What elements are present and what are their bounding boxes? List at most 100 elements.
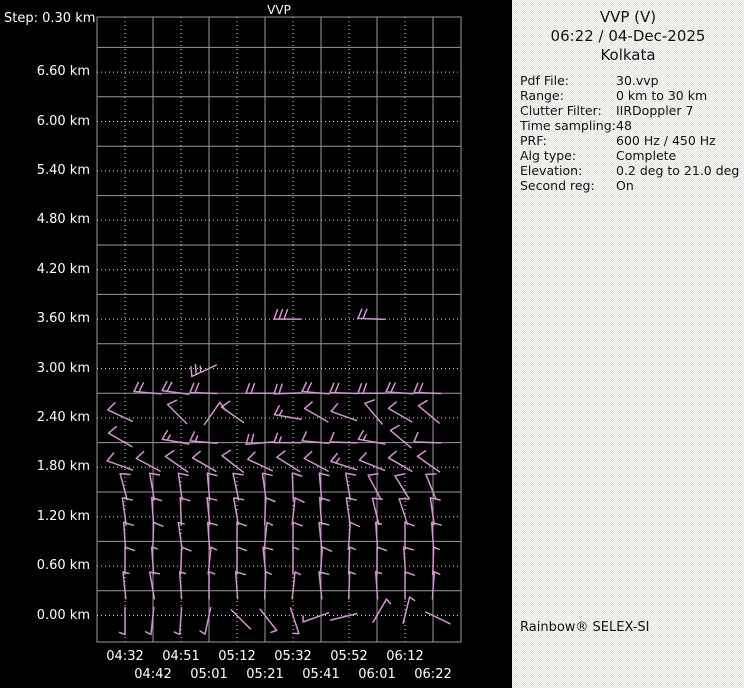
wind-barb (161, 380, 190, 396)
wind-barb (289, 607, 300, 635)
wind-barb (236, 521, 248, 551)
wind-barb (261, 472, 273, 501)
parameter-list: Pdf File: 30.vvp Range: 0 km to 30 km Clutte… (512, 73, 744, 193)
wind-barb (347, 546, 356, 575)
wind-barb (292, 546, 300, 575)
wind-barb (179, 496, 191, 526)
wind-barb (232, 472, 244, 501)
wind-barb (431, 546, 440, 575)
wind-barb (247, 451, 274, 472)
wind-barb (273, 405, 302, 421)
wind-barb (220, 400, 245, 424)
wind-barb (398, 497, 410, 526)
panel-datetime: 06:22 / 04-Dec-2025 (550, 27, 706, 45)
wind-barb (291, 571, 302, 600)
wind-barb (387, 450, 413, 473)
y-axis-label: 3.60 km (36, 311, 90, 327)
param-row: Second reg: On (520, 178, 740, 193)
wind-barb (429, 497, 441, 526)
wind-barb (179, 546, 192, 575)
wind-barb (236, 546, 248, 575)
wind-barb (357, 308, 386, 321)
wind-barb (262, 546, 274, 575)
x-axis-label: 06:12 (386, 649, 424, 664)
wind-barb (416, 449, 441, 473)
wind-barb (376, 546, 388, 575)
wind-barb (303, 450, 329, 472)
param-value: 0 km to 30 km (616, 88, 708, 103)
param-row: Time sampling: 48 (520, 118, 740, 133)
wind-barb (118, 606, 126, 636)
wind-barb (263, 571, 272, 600)
wind-barb (425, 473, 437, 501)
param-label: Clutter Filter: (520, 103, 602, 118)
wind-barb (357, 429, 386, 445)
wind-barb (367, 473, 382, 500)
wind-barb (148, 571, 161, 600)
panel-header: VVP (V) 06:22 / 04-Dec-2025 Kolkata (512, 0, 744, 65)
wind-barb (151, 521, 164, 551)
wind-barb (206, 497, 218, 526)
wind-barb (357, 383, 386, 394)
wind-barb (133, 381, 162, 395)
wind-barb (329, 612, 358, 621)
y-axis-label: 1.80 km (36, 459, 90, 475)
wind-barb (106, 452, 134, 471)
wind-barb (148, 472, 161, 501)
param-value: IIRDoppler 7 (616, 103, 694, 118)
x-axis-label: 04:51 (162, 649, 200, 664)
wind-barb (389, 424, 412, 449)
wind-barb (347, 521, 361, 551)
wind-barb-canvas (96, 16, 462, 643)
wind-barb (318, 571, 330, 600)
panel-title: VVP (V) (599, 8, 657, 26)
y-axis-label: 4.80 km (36, 212, 90, 228)
wind-barb (173, 606, 183, 636)
step-label: Step: 0.30 km (4, 11, 96, 26)
wind-barb (329, 382, 358, 395)
wind-barb (417, 399, 440, 424)
wind-barb (319, 546, 333, 575)
param-value: On (616, 178, 634, 193)
wind-barb (276, 450, 301, 473)
param-label: Second reg: (520, 178, 595, 193)
wind-barb (329, 431, 358, 444)
wind-barb (273, 383, 302, 395)
wind-barb (121, 497, 133, 526)
wind-barb (107, 425, 133, 448)
param-row: Alg type: Complete (520, 148, 740, 163)
y-axis-label: 6.00 km (36, 113, 90, 129)
x-axis-label: 05:52 (330, 649, 368, 664)
param-row: PRF: 600 Hz / 450 Hz (520, 133, 740, 148)
wind-barb (166, 399, 188, 425)
param-value: 48 (616, 118, 632, 133)
wind-barb (413, 431, 442, 444)
wind-barb (425, 611, 451, 625)
wind-barb (394, 473, 410, 500)
wind-barb (189, 382, 218, 395)
param-label: Range: (520, 88, 564, 103)
plot-title: VVP (267, 3, 291, 17)
wind-barb (301, 431, 330, 445)
x-axis-label: 06:22 (414, 667, 452, 682)
wind-barb (372, 598, 392, 624)
wind-barb (413, 382, 442, 395)
wind-barb (402, 546, 415, 575)
app-window: VVP Step: 0.30 km 6.60 km 6.00 km 5.40 km 4… (0, 0, 744, 688)
wind-barb (124, 546, 136, 575)
param-row: Range: 0 km to 30 km (520, 88, 740, 103)
wind-barb (245, 383, 274, 394)
param-row: Elevation: 0.2 deg to 21.0 deg (520, 163, 740, 178)
wind-barb (344, 472, 357, 501)
wind-barb (292, 521, 304, 551)
wind-barb (302, 612, 330, 623)
param-row: Clutter Filter: IIRDoppler 7 (520, 103, 740, 118)
x-axis-label: 05:01 (190, 667, 228, 682)
panel-site: Kolkata (600, 46, 656, 64)
wind-profile-plot: VVP Step: 0.30 km 6.60 km 6.00 km 5.40 km 4… (0, 0, 512, 688)
x-axis-label: 06:01 (358, 667, 396, 682)
wind-barb (230, 609, 252, 630)
x-axis-label: 04:32 (106, 649, 144, 664)
branding: Rainbow® SELEX-SI (520, 620, 650, 635)
wind-barb (191, 450, 217, 473)
